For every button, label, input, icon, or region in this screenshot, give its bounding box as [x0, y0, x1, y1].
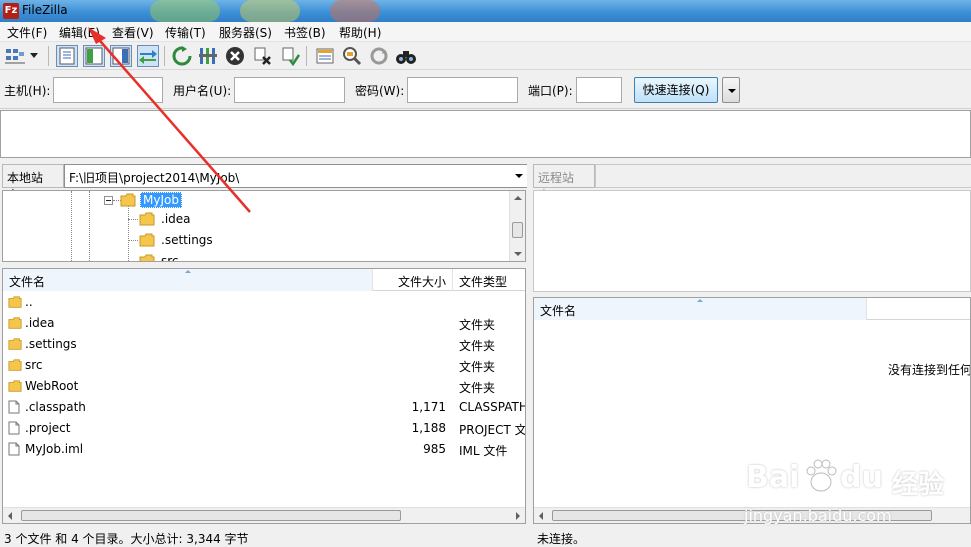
- watermark-jingyan: 经验: [892, 470, 945, 500]
- baidu-paw-icon: [806, 459, 837, 492]
- watermark-brand-du: du: [840, 460, 883, 495]
- watermark-url: jingyan.baidu.com: [744, 506, 892, 525]
- watermark-brand: Bai: [746, 460, 800, 495]
- baidu-jingyan-watermark: Bai du 经验 jingyan.baidu.com: [744, 454, 964, 534]
